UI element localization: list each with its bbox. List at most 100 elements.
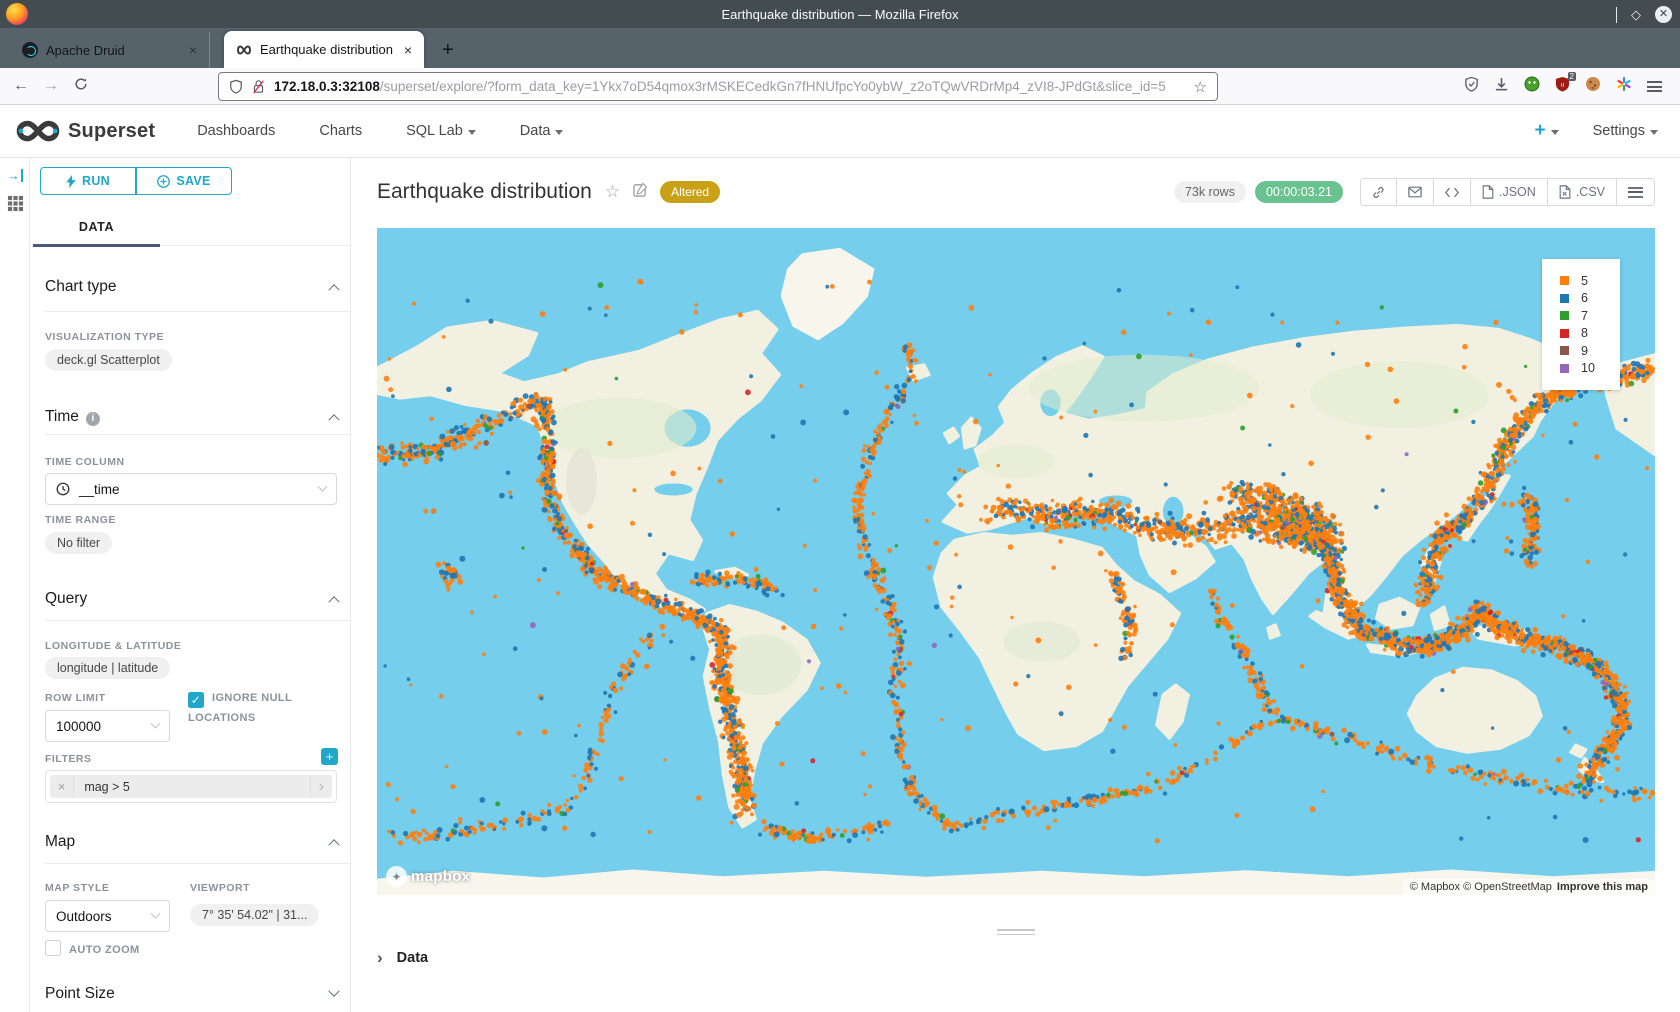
chevron-up-icon [328,596,339,607]
run-button[interactable]: RUN [40,167,136,195]
chevron-up-icon [328,284,339,295]
pinwheel-extension-icon[interactable] [1616,76,1632,97]
cookie-extension-icon[interactable] [1585,76,1601,97]
section-map[interactable]: Map [45,833,338,851]
altered-badge[interactable]: Altered [660,181,720,203]
chart-menu-button[interactable] [1617,179,1654,205]
favorite-star-icon[interactable]: ☆ [605,182,620,202]
remove-filter-icon[interactable]: × [50,775,74,798]
section-chart-type[interactable]: Chart type [45,278,338,296]
section-point-size[interactable]: Point Size [45,985,338,1003]
export-json-button[interactable]: .JSON [1471,179,1548,205]
map-legend: 5678910 [1542,259,1620,390]
privacy-badger-icon[interactable] [1524,76,1540,97]
firefox-window: Earthquake distribution — Mozilla Firefo… [0,0,1680,1012]
tab-apache-druid[interactable]: Apache Druid × [10,32,210,68]
world-map-canvas [377,228,1655,895]
panel-tabs: DATA [30,207,350,246]
back-button[interactable]: ← [6,77,36,95]
chart-title: Earthquake distribution [377,180,592,204]
legend-item: 10 [1560,360,1620,378]
ignore-null-checkbox[interactable]: ✓IGNORE NULL LOCATIONS [188,688,318,728]
tab-close-icon[interactable]: × [402,42,414,58]
share-link-button[interactable] [1361,179,1397,205]
open-filter-icon[interactable]: › [310,775,332,798]
improve-map-link[interactable]: Improve this map [1557,881,1648,893]
mapbox-icon: ✦ [386,866,407,887]
shield-icon[interactable] [229,79,243,94]
account-shield-icon[interactable] [1464,76,1479,97]
window-close-button[interactable]: ✕ [1655,6,1672,23]
legend-swatch [1560,329,1569,338]
menu-icon[interactable] [1647,81,1662,92]
explore-content: → RUN SAVE DATA [0,158,1680,1012]
lightning-icon [66,175,76,188]
viewport-label: VIEWPORT [190,882,250,894]
tab-data[interactable]: DATA [33,207,160,246]
firefox-icon [6,3,28,25]
data-panel-toggle[interactable]: › Data [377,948,428,968]
filter-text: mag > 5 [74,780,310,794]
viz-type-value[interactable]: deck.gl Scatterplot [45,349,172,371]
auto-zoom-checkbox[interactable]: AUTO ZOOM [45,940,140,956]
reload-button[interactable] [66,77,96,96]
save-button[interactable]: SAVE [136,167,232,195]
export-csv-button[interactable]: .CSV [1548,179,1617,205]
brand-name: Superset [68,120,155,143]
map-style-select[interactable]: Outdoors [45,900,170,932]
section-time[interactable]: Timei [45,408,338,426]
checkbox-checked-icon[interactable]: ✓ [188,692,204,708]
legend-item: 8 [1560,325,1620,343]
checkbox-unchecked-icon[interactable] [45,940,61,956]
time-range-label: TIME RANGE [45,514,116,526]
chevron-down-icon [318,481,328,491]
tab-close-icon[interactable]: × [187,42,199,58]
download-icon[interactable] [1494,77,1509,97]
new-tab-button[interactable]: + [434,39,462,68]
chevron-up-icon [328,839,339,850]
resize-handle[interactable] [997,926,1035,938]
nav-sql-lab[interactable]: SQL Lab [406,123,476,139]
viewport-value[interactable]: 7° 35' 54.02" | 31... [190,904,319,926]
datasource-strip: → [0,158,30,1012]
add-new-button[interactable]: + [1534,120,1558,142]
chevron-down-icon [151,718,161,728]
window-maximize-button[interactable]: ◇ [1631,8,1641,21]
row-count-badge: 73k rows [1174,181,1246,203]
url-bar[interactable]: 172.18.0.3:32108/superset/explore/?form_… [218,72,1218,101]
info-icon: i [86,412,100,426]
nav-data[interactable]: Data [520,123,564,139]
tab-earthquake-distribution[interactable]: Earthquake distribution × [224,31,424,68]
mapbox-logo[interactable]: ✦ mapbox [386,866,470,887]
chevron-down-icon [555,130,563,135]
window-minimize-button[interactable] [1616,8,1617,21]
embed-code-button[interactable] [1434,179,1471,205]
bookmark-star-icon[interactable]: ☆ [1194,78,1207,96]
insecure-lock-icon[interactable] [252,79,265,94]
section-query[interactable]: Query [45,590,338,608]
ublock-icon[interactable]: u2 [1555,76,1570,97]
time-column-select[interactable]: __time [45,473,337,505]
superset-logo[interactable]: Superset [16,119,155,143]
row-limit-select[interactable]: 100000 [45,710,170,742]
time-range-value[interactable]: No filter [45,532,112,554]
settings-menu[interactable]: Settings [1593,123,1658,139]
chevron-up-icon [328,414,339,425]
ublock-badge: 2 [1568,72,1576,81]
filter-chip[interactable]: × mag > 5 › [50,775,332,798]
url-text: 172.18.0.3:32108/superset/explore/?form_… [274,79,1186,94]
expand-datasource-icon[interactable]: → [7,169,23,182]
email-button[interactable] [1397,179,1434,205]
edit-title-icon[interactable] [633,182,648,202]
dataset-grid-icon[interactable] [7,195,24,217]
add-filter-button[interactable]: + [321,748,338,765]
legend-swatch [1560,311,1569,320]
filters-label: FILTERS [45,753,91,765]
chevron-down-icon [468,130,476,135]
svg-text:u: u [1561,81,1565,88]
nav-dashboards[interactable]: Dashboards [197,123,275,139]
deckgl-scatter-map[interactable]: 5678910 ✦ mapbox © Mapbox © OpenStreetMa… [377,228,1655,895]
lonlat-value[interactable]: longitude | latitude [45,657,170,679]
nav-charts[interactable]: Charts [319,123,362,139]
forward-button[interactable]: → [36,77,66,95]
